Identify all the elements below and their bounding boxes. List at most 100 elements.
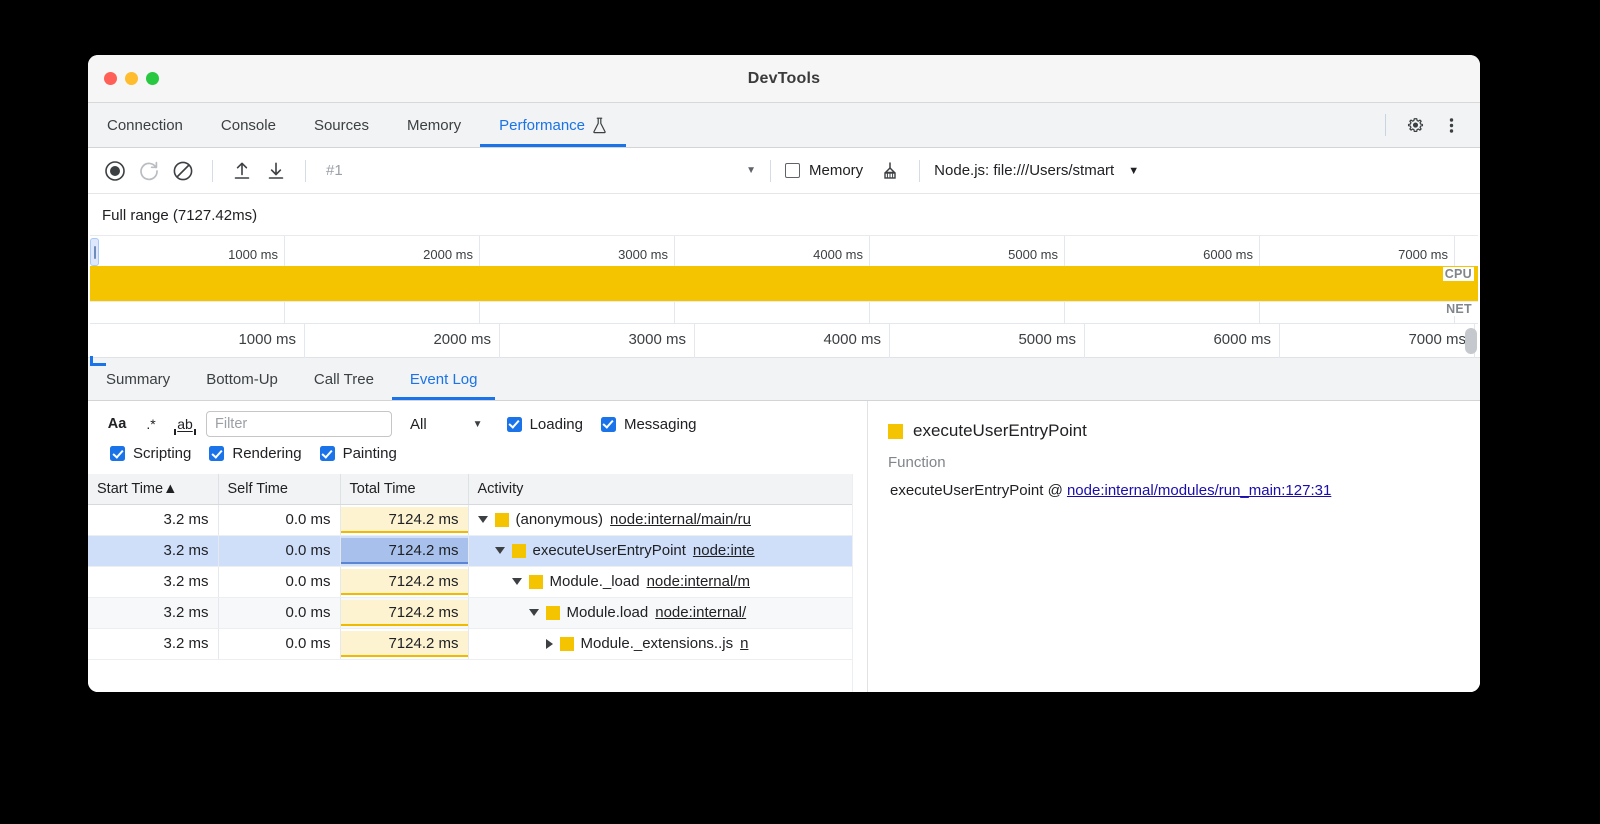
- cell-total-time: 7124.2 ms: [340, 597, 468, 628]
- devtools-window: DevTools Connection Console Sources Memo…: [88, 55, 1480, 692]
- column-header-activity[interactable]: Activity: [468, 474, 867, 504]
- activity-url[interactable]: node:inte: [693, 542, 755, 559]
- profile-selector[interactable]: #1 ▼: [326, 158, 756, 184]
- column-header-start-time[interactable]: Start Time▲: [88, 474, 218, 504]
- tab-sources[interactable]: Sources: [295, 103, 388, 147]
- expander-icon[interactable]: [478, 516, 488, 523]
- tab-label: Summary: [106, 371, 170, 388]
- total-time-value: 7124.2 ms: [341, 569, 468, 595]
- tab-performance[interactable]: Performance: [480, 103, 626, 147]
- regex-icon[interactable]: .*: [134, 411, 168, 437]
- chevron-down-icon[interactable]: ▼: [473, 419, 483, 430]
- timeline-scrollbar[interactable]: [1465, 328, 1477, 354]
- filter-row-primary: Aa .* ab All ▼: [100, 411, 867, 437]
- target-selector[interactable]: Node.js: file:///Users/stmart ▼: [934, 162, 1139, 179]
- table-row[interactable]: 3.2 ms 0.0 ms 7124.2 ms Module._extensio…: [88, 628, 867, 659]
- table-row[interactable]: 3.2 ms 0.0 ms 7124.2 ms executeUserEntry…: [88, 535, 867, 566]
- filter-row-secondary: Scripting Rendering Painting: [100, 445, 867, 462]
- record-icon[interactable]: [100, 156, 130, 186]
- tick-label: 3000 ms: [618, 247, 668, 262]
- whole-word-label: ab: [177, 416, 193, 432]
- flask-icon: [592, 117, 607, 134]
- maximize-window-button[interactable]: [146, 72, 159, 85]
- divider: [919, 160, 920, 182]
- garbage-collect-icon[interactable]: [875, 156, 905, 186]
- reload-icon[interactable]: [134, 156, 164, 186]
- sort-arrow-icon: ▲: [163, 481, 177, 497]
- column-label: Start Time: [97, 481, 163, 497]
- total-time-value: 7124.2 ms: [341, 507, 468, 533]
- window-titlebar: DevTools: [88, 55, 1480, 103]
- profile-value: #1: [326, 162, 343, 179]
- category-color-swatch: [495, 513, 509, 527]
- column-header-self-time[interactable]: Self Time: [218, 474, 340, 504]
- overview-graph[interactable]: 1000 ms 2000 ms 3000 ms 4000 ms 5000 ms …: [90, 235, 1478, 357]
- tab-label: Connection: [107, 117, 183, 134]
- total-time-value: 7124.2 ms: [341, 631, 468, 657]
- table-vertical-scrollbar[interactable]: [852, 474, 867, 692]
- window-title: DevTools: [88, 70, 1480, 88]
- range-handle-left[interactable]: [90, 238, 99, 266]
- tab-label: Console: [221, 117, 276, 134]
- event-log-table-wrapper: Start Time▲ Self Time Total Time Activit…: [88, 474, 867, 692]
- performance-toolbar: #1 ▼ Memory Node.js: file:/: [88, 148, 1480, 194]
- tab-console[interactable]: Console: [202, 103, 295, 147]
- clear-icon[interactable]: [168, 156, 198, 186]
- tab-connection[interactable]: Connection: [88, 103, 202, 147]
- tab-event-log[interactable]: Event Log: [392, 358, 496, 400]
- duration-filter-label[interactable]: All: [410, 416, 427, 433]
- divider: [770, 160, 771, 182]
- checkbox-box: [110, 446, 125, 461]
- checkbox-loading[interactable]: Loading: [507, 416, 583, 433]
- more-vertical-icon[interactable]: [1436, 110, 1466, 140]
- tab-call-tree[interactable]: Call Tree: [296, 358, 392, 400]
- activity-url[interactable]: n: [740, 635, 748, 652]
- net-band-label: NET: [1444, 302, 1474, 316]
- checkbox-scripting[interactable]: Scripting: [110, 445, 191, 462]
- gear-icon[interactable]: [1400, 110, 1430, 140]
- stack-source-link[interactable]: node:internal/modules/run_main:127:31: [1067, 482, 1331, 499]
- chevron-down-icon: ▼: [1128, 165, 1139, 177]
- column-header-total-time[interactable]: Total Time: [340, 474, 468, 504]
- memory-checkbox[interactable]: Memory: [785, 162, 863, 179]
- whole-word-icon[interactable]: ab: [168, 411, 202, 437]
- expander-icon[interactable]: [546, 639, 553, 649]
- minimize-window-button[interactable]: [125, 72, 138, 85]
- checkbox-box: [785, 163, 800, 178]
- event-log-body: Aa .* ab All ▼: [88, 401, 1480, 692]
- activity-url[interactable]: node:internal/: [655, 604, 746, 621]
- table-row[interactable]: 3.2 ms 0.0 ms 7124.2 ms Module._load nod…: [88, 566, 867, 597]
- drawer-tabstrip: Summary Bottom-Up Call Tree Event Log: [88, 358, 1480, 401]
- match-case-icon[interactable]: Aa: [100, 411, 134, 437]
- full-range-label: Full range (7127.42ms): [88, 194, 1480, 235]
- table-row[interactable]: 3.2 ms 0.0 ms 7124.2 ms Module.load node…: [88, 597, 867, 628]
- upload-icon[interactable]: [227, 156, 257, 186]
- chevron-down-icon: ▼: [746, 165, 756, 176]
- tab-label: Performance: [499, 117, 585, 134]
- cell-start-time: 3.2 ms: [88, 628, 218, 659]
- expander-icon[interactable]: [512, 578, 522, 585]
- checkbox-label: Rendering: [232, 445, 301, 462]
- activity-url[interactable]: node:internal/m: [647, 573, 750, 590]
- tab-bottom-up[interactable]: Bottom-Up: [188, 358, 296, 400]
- expander-icon[interactable]: [529, 609, 539, 616]
- filter-input[interactable]: [206, 411, 392, 437]
- tab-memory[interactable]: Memory: [388, 103, 480, 147]
- tab-label: Event Log: [410, 371, 478, 388]
- category-color-swatch: [546, 606, 560, 620]
- table-row[interactable]: 3.2 ms 0.0 ms 7124.2 ms (anonymous) node…: [88, 504, 867, 535]
- tabstrip-actions: [1377, 103, 1480, 147]
- tick-label: 6000 ms: [1213, 331, 1271, 348]
- activity-url[interactable]: node:internal/main/ru: [610, 511, 751, 528]
- checkbox-box: [507, 417, 522, 432]
- checkbox-messaging[interactable]: Messaging: [601, 416, 697, 433]
- memory-label: Memory: [809, 162, 863, 179]
- tab-label: Bottom-Up: [206, 371, 278, 388]
- checkbox-rendering[interactable]: Rendering: [209, 445, 301, 462]
- expander-icon[interactable]: [495, 547, 505, 554]
- download-icon[interactable]: [261, 156, 291, 186]
- tick-label: 7000 ms: [1408, 331, 1466, 348]
- checkbox-painting[interactable]: Painting: [320, 445, 397, 462]
- close-window-button[interactable]: [104, 72, 117, 85]
- checkbox-label: Messaging: [624, 416, 697, 433]
